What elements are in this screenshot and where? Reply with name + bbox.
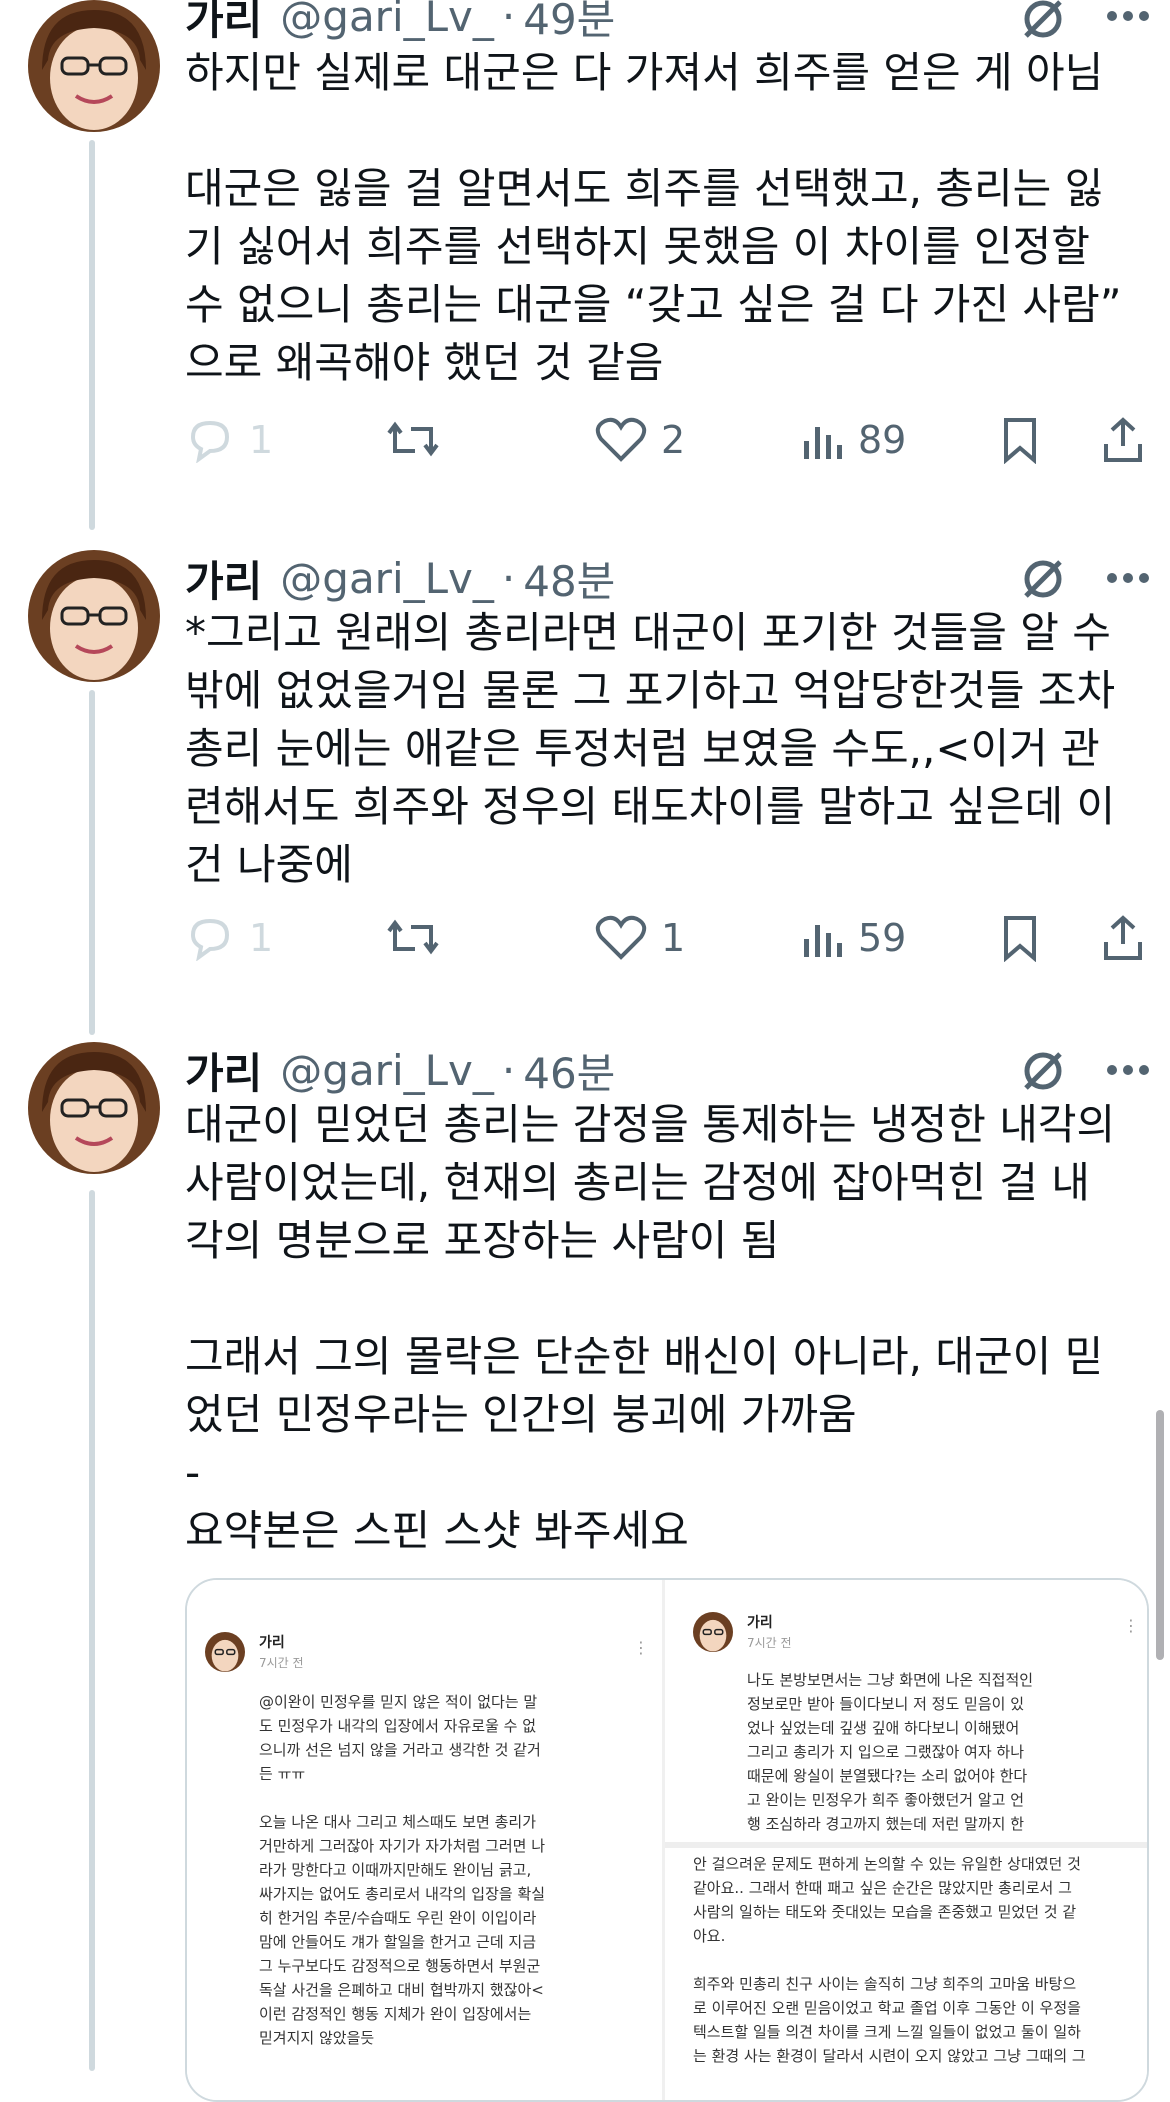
share-icon (1104, 915, 1142, 960)
avatar (693, 1612, 733, 1652)
views-button[interactable]: 59 (800, 908, 906, 968)
bookmark-icon (1004, 418, 1036, 464)
tweet-text: 하지만 실제로 대군은 다 가져서 희주를 얻은 게 아님 대군은 잃을 걸 알… (185, 48, 1122, 387)
like-count: 2 (661, 418, 686, 462)
tweet-header: 가리 @gari_Lv_ · 48분 (185, 548, 615, 608)
display-name[interactable]: 가리 (185, 548, 262, 609)
mini-timestamp: 7시간 전 (259, 1656, 304, 1670)
avatar (205, 1632, 245, 1672)
display-name[interactable]: 가리 (185, 1040, 262, 1101)
timestamp[interactable]: 48분 (523, 548, 615, 609)
avatar[interactable] (28, 0, 160, 132)
tweet-text: 대군이 믿었던 총리는 감정을 통제하는 냉정한 내각의 사람이었는데, 현재의… (185, 1100, 1116, 1555)
share-icon (1104, 417, 1142, 462)
tweet[interactable]: 가리 @gari_Lv_ · 48분 *그리고 원래의 총리라면 대군이 포기한… (0, 548, 1170, 1018)
tweet-header: 가리 @gari_Lv_ · 49분 (185, 0, 615, 46)
reply-button[interactable]: 1 (185, 908, 273, 968)
retweet-button[interactable] (385, 410, 455, 470)
reply-count: 1 (249, 916, 274, 960)
reply-icon (190, 918, 230, 961)
views-count: 59 (858, 916, 907, 960)
separator-dot: · (501, 1045, 516, 1095)
more-icon[interactable] (1105, 570, 1151, 589)
avatar[interactable] (28, 1042, 160, 1174)
reply-icon (190, 420, 230, 463)
more-icon[interactable] (1105, 8, 1151, 27)
views-count: 89 (858, 418, 907, 462)
tweet-text: *그리고 원래의 총리라면 대군이 포기한 것들을 알 수 밖에 없었을거임 물… (185, 608, 1116, 889)
reply-button[interactable]: 1 (185, 410, 273, 470)
like-count: 1 (661, 916, 686, 960)
retweet-button[interactable] (385, 908, 455, 968)
tweet-header: 가리 @gari_Lv_ · 46분 (185, 1040, 615, 1100)
views-icon (804, 427, 842, 459)
media-attachment[interactable]: 가리 7시간 전 ⋮ @이완이 민정우를 믿지 않은 적이 없다는 말 도 민정… (185, 1578, 1149, 2102)
mini-timestamp: 7시간 전 (747, 1636, 792, 1650)
share-button[interactable] (1100, 908, 1146, 968)
mini-display-name: 가리 (259, 1635, 285, 1651)
bookmark-button[interactable] (1000, 410, 1040, 470)
display-name[interactable]: 가리 (185, 0, 262, 47)
divider (665, 1842, 1147, 1848)
grok-icon[interactable] (1020, 0, 1066, 46)
separator-dot: · (501, 553, 516, 603)
media-image-right[interactable]: 가리 7시간 전 ⋮ 나도 본방보면서는 그냥 화면에 나온 직접적인 정보로만… (665, 1580, 1147, 2100)
grok-icon[interactable] (1020, 556, 1066, 606)
mini-post-text: 안 걸으려운 문제도 편하게 논의할 수 있는 유일한 상대였던 것 같아요..… (693, 1855, 1086, 2065)
tweet[interactable]: 가리 @gari_Lv_ · 49분 하지만 실제로 대군은 다 가져서 희주를… (0, 0, 1170, 500)
share-button[interactable] (1100, 410, 1146, 470)
more-icon: ⋮ (633, 1638, 649, 1657)
bookmark-icon (1004, 916, 1036, 962)
tweet-actions: 1 1 59 (185, 908, 1145, 968)
user-handle[interactable]: @gari_Lv_ (280, 554, 494, 603)
media-image-left[interactable]: 가리 7시간 전 ⋮ @이완이 민정우를 믿지 않은 적이 없다는 말 도 민정… (187, 1580, 665, 2100)
more-icon[interactable] (1105, 1062, 1151, 1081)
like-button[interactable]: 2 (595, 410, 685, 470)
reply-count: 1 (249, 418, 274, 462)
retweet-icon (387, 919, 439, 955)
mini-post-text: 나도 본방보면서는 그냥 화면에 나온 직접적인 정보로만 받아 들이다보니 저… (747, 1671, 1034, 1833)
tweet-actions: 1 2 89 (185, 410, 1145, 470)
views-icon (804, 925, 842, 957)
timestamp[interactable]: 49분 (523, 0, 615, 47)
timestamp[interactable]: 46분 (523, 1040, 615, 1101)
user-handle[interactable]: @gari_Lv_ (280, 0, 494, 41)
like-icon (595, 417, 647, 462)
separator-dot: · (501, 0, 516, 41)
scrollbar[interactable] (1156, 1410, 1164, 1660)
retweet-icon (387, 421, 439, 457)
more-icon: ⋮ (1123, 1616, 1139, 1635)
avatar[interactable] (28, 550, 160, 682)
grok-icon[interactable] (1020, 1048, 1066, 1098)
mini-display-name: 가리 (747, 1615, 773, 1631)
like-button[interactable]: 1 (595, 908, 685, 968)
user-handle[interactable]: @gari_Lv_ (280, 1046, 494, 1095)
like-icon (595, 915, 647, 960)
views-button[interactable]: 89 (800, 410, 906, 470)
mini-post-text: @이완이 민정우를 믿지 않은 적이 없다는 말 도 민정우가 내각의 입장에서… (259, 1693, 546, 2047)
bookmark-button[interactable] (1000, 908, 1040, 968)
